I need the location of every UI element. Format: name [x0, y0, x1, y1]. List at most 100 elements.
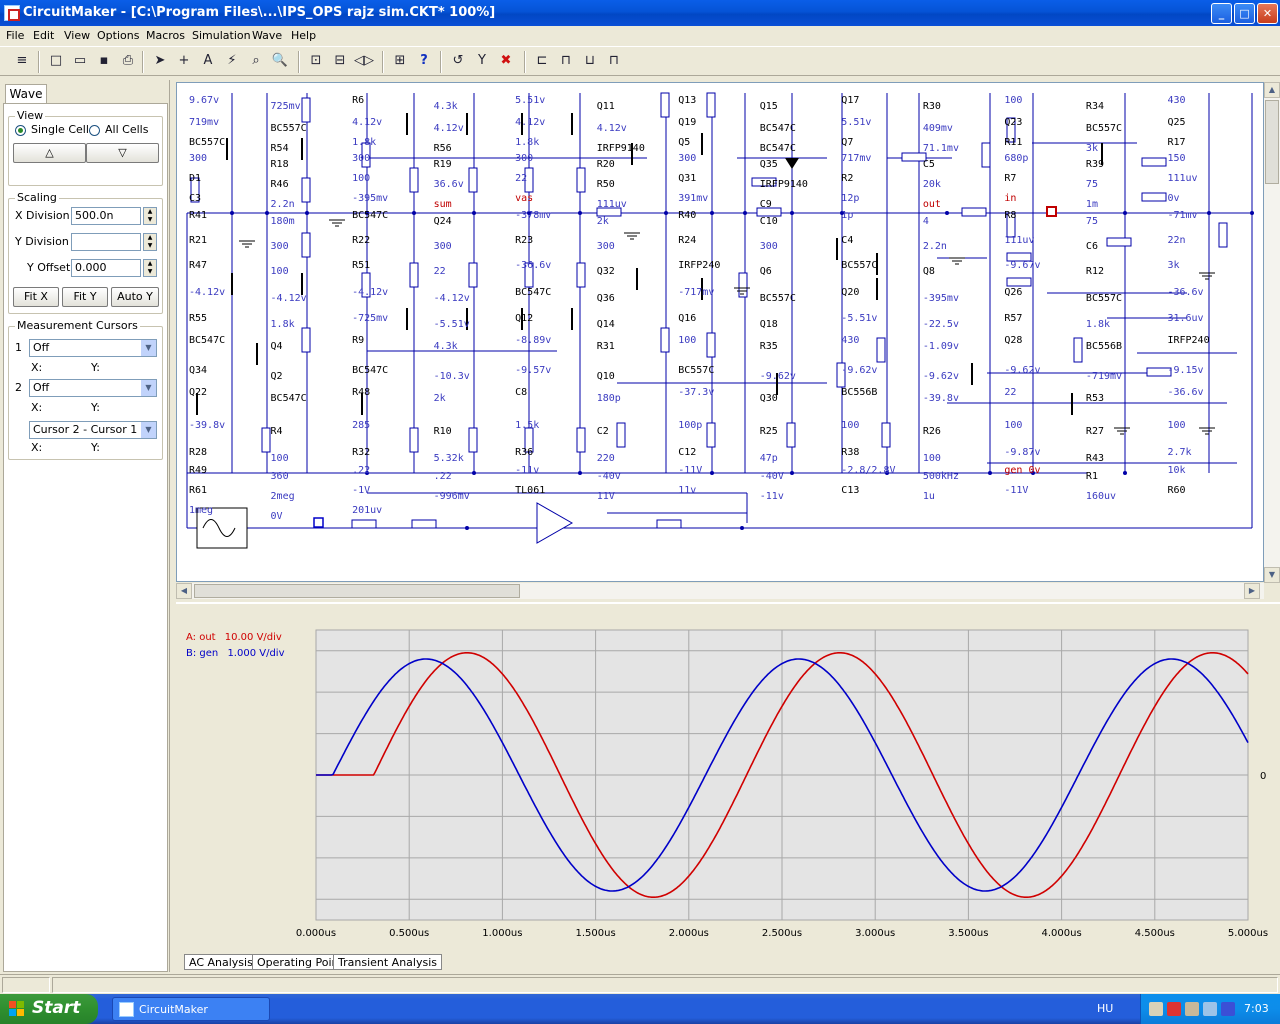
- trace-icon[interactable]: ⊓: [604, 51, 624, 71]
- schematic-label: 22: [515, 173, 527, 184]
- schematic-label: -717mv: [678, 287, 714, 298]
- help-question-icon[interactable]: ?: [414, 51, 434, 71]
- speaker-icon[interactable]: [1185, 1002, 1199, 1016]
- print-icon[interactable]: ⎙: [118, 51, 138, 71]
- chevron-down-icon[interactable]: ▼: [141, 340, 156, 356]
- taskbar-circuitmaker[interactable]: CircuitMaker: [112, 997, 270, 1021]
- maximize-button[interactable]: □: [1234, 3, 1255, 24]
- schematic-label: R31: [597, 341, 615, 352]
- waveform-pane[interactable]: A: out 10.00 V/div B: gen 1.000 V/div 0.…: [176, 602, 1280, 952]
- start-button[interactable]: Start: [0, 994, 98, 1024]
- y-offset-spinner[interactable]: ▲ ▼: [143, 259, 157, 277]
- schematic-label: Q31: [678, 173, 696, 184]
- tab-wave[interactable]: Wave: [5, 84, 47, 104]
- cursor-diff-select[interactable]: Cursor 2 - Cursor 1 ▼: [29, 421, 157, 439]
- vertical-scroll-thumb[interactable]: [1265, 100, 1279, 184]
- menu-file[interactable]: File: [6, 29, 24, 42]
- schematic-label: -8.89v: [515, 335, 551, 346]
- up-button[interactable]: △: [13, 143, 86, 163]
- schematic-label: R27: [1086, 426, 1104, 437]
- schematic-label: 100: [271, 266, 289, 277]
- schematic-horizontal-scrollbar[interactable]: ◀ ▶: [176, 583, 1264, 599]
- stop-sim-icon[interactable]: ✖: [496, 51, 516, 71]
- menu-edit[interactable]: Edit: [33, 29, 54, 42]
- schematic-label: -11v: [760, 491, 784, 502]
- minimize-button[interactable]: _: [1211, 3, 1232, 24]
- left-panel: Wave View Single Cell All Cells △ ▽ Scal…: [0, 80, 170, 972]
- schematic-label: BC557C: [760, 293, 796, 304]
- wire-mode-icon[interactable]: ≡: [12, 51, 32, 71]
- schematic-label: BC547C: [760, 143, 796, 154]
- schematic-vertical-scrollbar[interactable]: ▲ ▼: [1264, 82, 1280, 583]
- scroll-up-icon[interactable]: ▲: [1264, 82, 1280, 98]
- menu-view[interactable]: View: [64, 29, 90, 42]
- tweezers-icon[interactable]: Y: [472, 51, 492, 71]
- menu-macros[interactable]: Macros: [146, 29, 185, 42]
- y-division-spinner[interactable]: ▲ ▼: [143, 233, 157, 251]
- magnifier-icon[interactable]: 🔍: [270, 51, 290, 71]
- crosshair-icon[interactable]: +: [174, 51, 194, 71]
- schematic-label: Q5: [678, 137, 690, 148]
- menu-wave[interactable]: Wave: [252, 29, 282, 42]
- scroll-down-icon[interactable]: ▼: [1264, 567, 1280, 583]
- digital-sim-icon[interactable]: ⊏: [532, 51, 552, 71]
- security-shield-icon[interactable]: [1167, 1002, 1181, 1016]
- y-offset-input[interactable]: 0.000: [71, 259, 141, 277]
- cursor-2-number: 2: [15, 381, 22, 394]
- new-file-icon[interactable]: □: [46, 51, 66, 71]
- schematic-label: vas: [515, 193, 533, 204]
- reset-icon[interactable]: ↺: [448, 51, 468, 71]
- chevron-down-icon[interactable]: ▼: [141, 422, 156, 438]
- display-icon[interactable]: [1203, 1002, 1217, 1016]
- horizontal-scroll-thumb[interactable]: [194, 584, 520, 598]
- schematic-label: 300: [515, 153, 533, 164]
- schematic-label: 100: [271, 453, 289, 464]
- schematic-label: Q25: [1167, 117, 1185, 128]
- chevron-down-icon[interactable]: ▼: [141, 380, 156, 396]
- save-disk-icon[interactable]: ▪: [94, 51, 114, 71]
- analog-sim-icon[interactable]: ⊓: [556, 51, 576, 71]
- x-division-input[interactable]: 500.0n: [71, 207, 141, 225]
- schematic-label: R60: [1167, 485, 1185, 496]
- tab-ac-analysis[interactable]: AC Analysis: [184, 954, 258, 970]
- scroll-right-icon[interactable]: ▶: [1244, 583, 1260, 599]
- schematic-label: Q2: [271, 371, 283, 382]
- menu-options[interactable]: Options: [97, 29, 139, 42]
- netlist-icon[interactable]: ⊞: [390, 51, 410, 71]
- schematic-label: R22: [352, 235, 370, 246]
- close-button[interactable]: ✕: [1257, 3, 1278, 24]
- scroll-left-icon[interactable]: ◀: [176, 583, 192, 599]
- tab-transient-analysis[interactable]: Transient Analysis: [333, 954, 442, 970]
- fit-y-button[interactable]: Fit Y: [62, 287, 108, 307]
- menu-simulation[interactable]: Simulation: [192, 29, 251, 42]
- zoom-probe-icon[interactable]: ⌕: [246, 51, 266, 71]
- fit-x-button[interactable]: Fit X: [13, 287, 59, 307]
- circuitmaker-app-icon[interactable]: [4, 5, 20, 21]
- cursor-2-select[interactable]: Off ▼: [29, 379, 157, 397]
- cursor-1-select[interactable]: Off ▼: [29, 339, 157, 357]
- y-division-input[interactable]: [71, 233, 141, 251]
- bluetooth-icon[interactable]: [1221, 1002, 1235, 1016]
- auto-y-button[interactable]: Auto Y: [111, 287, 159, 307]
- text-tool-icon[interactable]: A: [198, 51, 218, 71]
- arrow-pointer-icon[interactable]: ➤: [150, 51, 170, 71]
- x-division-spinner[interactable]: ▲ ▼: [143, 207, 157, 225]
- schematic-label: Q18: [760, 319, 778, 330]
- all-cells-radio[interactable]: [89, 125, 100, 136]
- probe-icon[interactable]: ⚡: [222, 51, 242, 71]
- single-cell-radio[interactable]: [15, 125, 26, 136]
- language-indicator[interactable]: HU: [1097, 1002, 1113, 1015]
- schematic-label: 300: [760, 241, 778, 252]
- network-icon[interactable]: [1149, 1002, 1163, 1016]
- schematic-label: 160uv: [1086, 491, 1116, 502]
- schematic-canvas[interactable]: 9.67v 725mv R6 4.3k 5.51v Q11 Q13 Q15 Q17 R30 100 R…: [176, 82, 1264, 582]
- open-folder-icon[interactable]: ▭: [70, 51, 90, 71]
- x-tick-label: 2.500us: [762, 928, 802, 939]
- menu-help[interactable]: Help: [291, 29, 316, 42]
- mirror-icon[interactable]: ◁▷: [354, 51, 374, 71]
- zoom-fit-icon[interactable]: ⊡: [306, 51, 326, 71]
- rotate-icon[interactable]: ⊟: [330, 51, 350, 71]
- down-button[interactable]: ▽: [86, 143, 159, 163]
- schematic-label: 75: [1086, 216, 1098, 227]
- wave-view-icon[interactable]: ⊔: [580, 51, 600, 71]
